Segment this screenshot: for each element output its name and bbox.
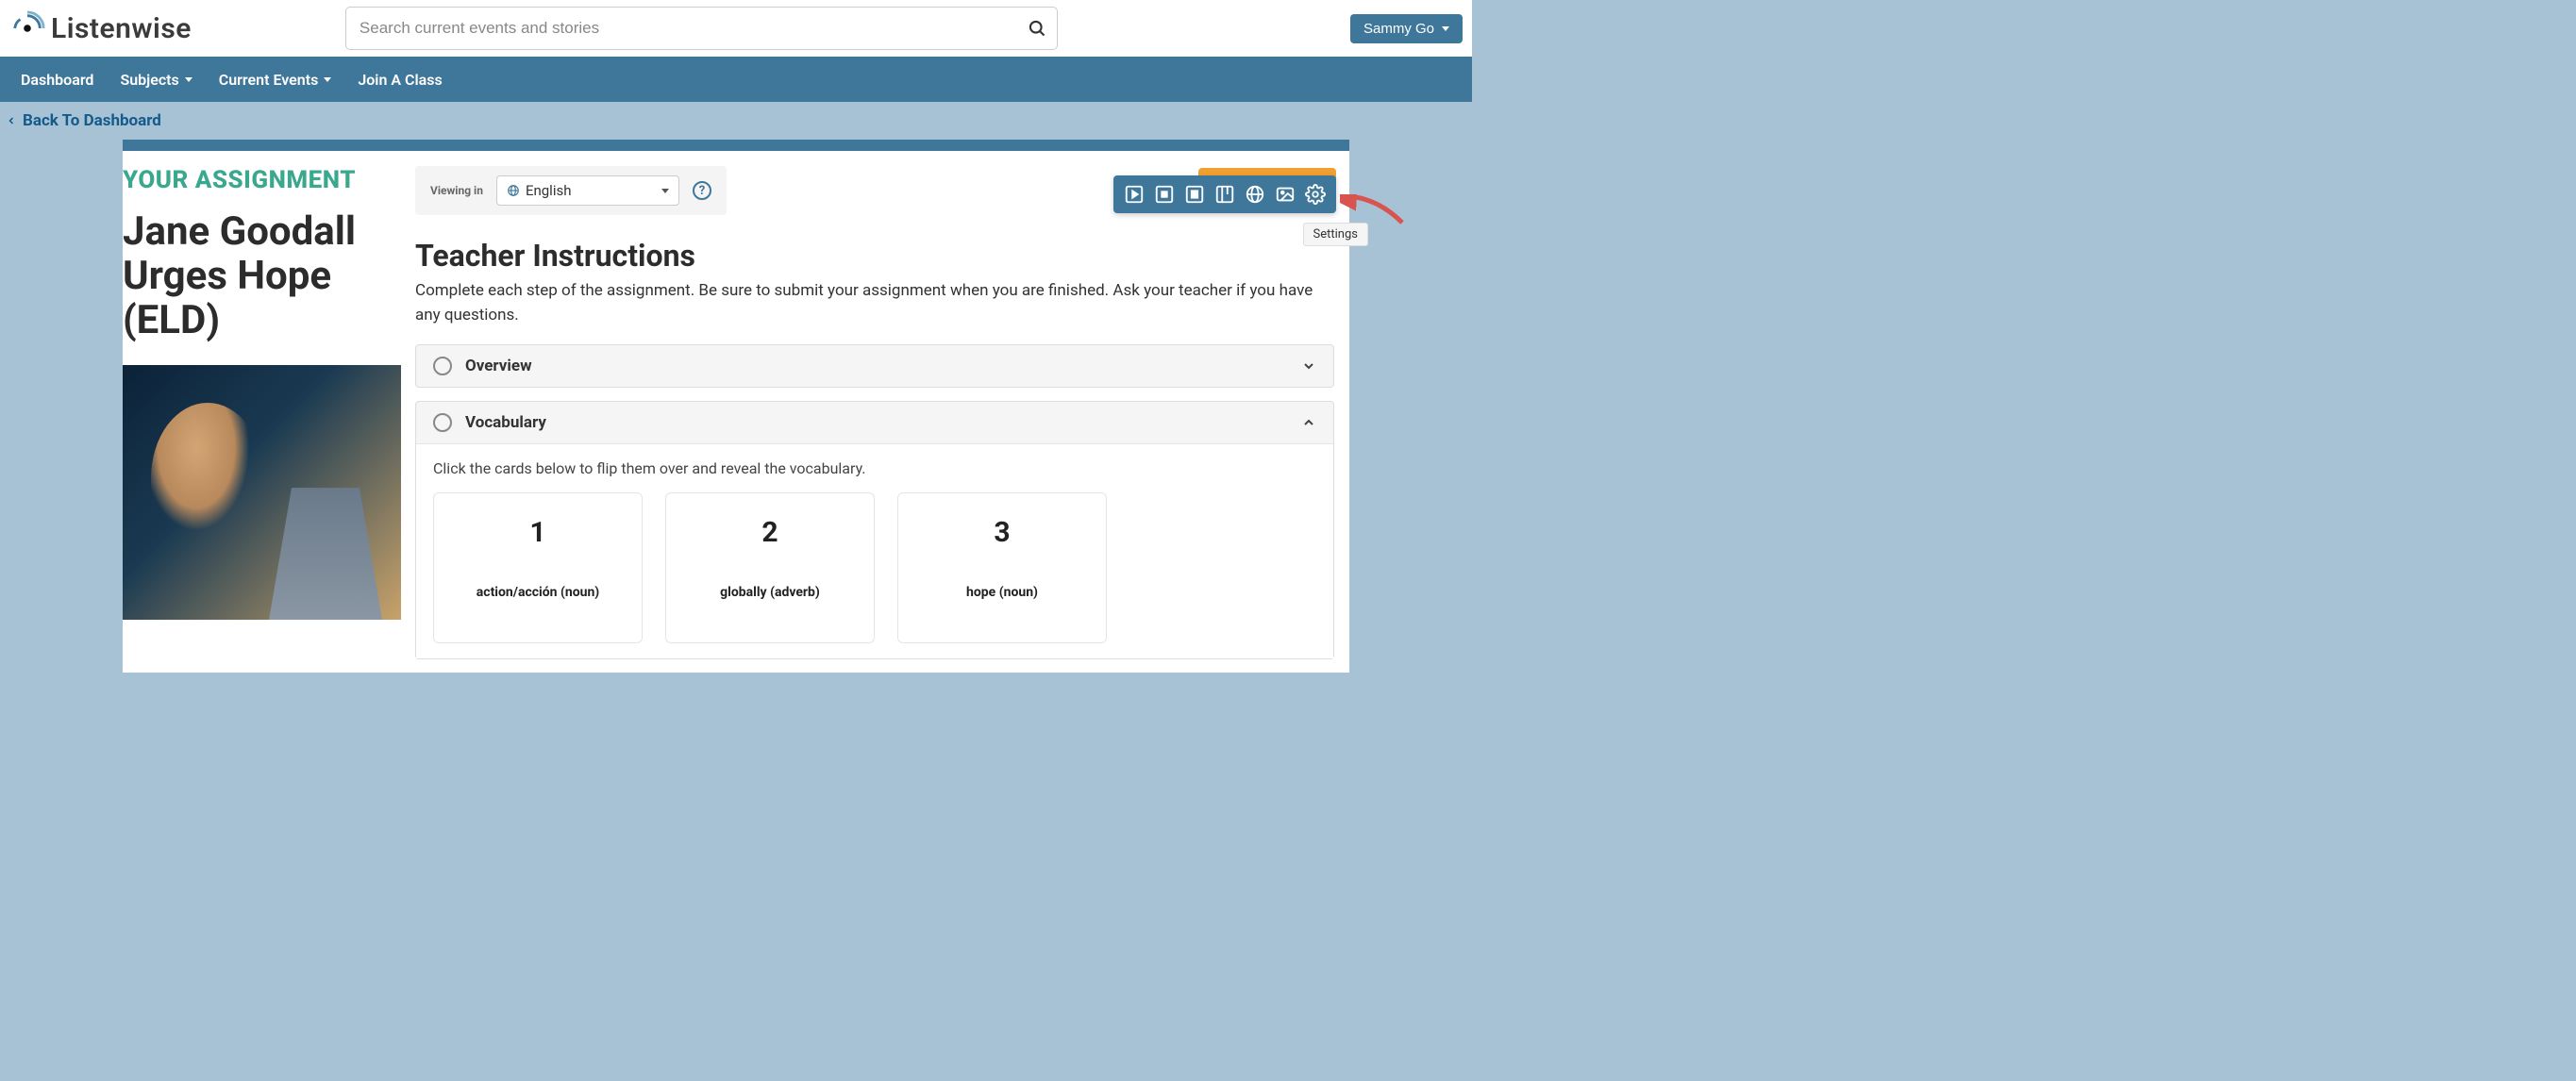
- section-vocabulary-title: Vocabulary: [465, 413, 546, 432]
- back-to-dashboard-link[interactable]: Back To Dashboard: [6, 111, 1466, 130]
- annotation-arrow-icon: [1340, 194, 1406, 232]
- vocab-card-term: action/acción (noun): [477, 585, 599, 600]
- caret-down-icon: [324, 77, 331, 82]
- reader-toolbar: [1113, 175, 1336, 213]
- section-overview-header[interactable]: Overview: [416, 345, 1333, 387]
- image-icon[interactable]: [1274, 183, 1296, 206]
- vocab-card[interactable]: 2 globally (adverb): [665, 492, 875, 643]
- globe-icon[interactable]: [1244, 183, 1266, 206]
- chevron-up-icon: [1301, 415, 1316, 430]
- brand-logo[interactable]: Listenwise: [9, 10, 192, 46]
- step-status-icon: [433, 413, 452, 432]
- instructions-title: Teacher Instructions: [415, 238, 1334, 274]
- language-label: Viewing in: [430, 184, 483, 197]
- section-vocabulary-header[interactable]: Vocabulary: [416, 402, 1333, 443]
- instructions-body: Complete each step of the assignment. Be…: [415, 279, 1334, 327]
- brand-name: Listenwise: [51, 12, 192, 45]
- columns-icon[interactable]: [1213, 183, 1236, 206]
- chevron-down-icon: [1301, 358, 1316, 374]
- vocab-card-number: 3: [994, 516, 1010, 549]
- assignment-label: YOUR ASSIGNMENT: [123, 166, 404, 194]
- help-icon[interactable]: ?: [693, 181, 711, 200]
- caret-down-icon: [185, 77, 192, 82]
- vocab-card[interactable]: 1 action/acción (noun): [433, 492, 643, 643]
- step-status-icon: [433, 357, 452, 375]
- settings-gear-icon[interactable]: [1304, 183, 1327, 206]
- vocabulary-hint: Click the cards below to flip them over …: [433, 459, 1316, 477]
- vocab-card-number: 1: [529, 516, 545, 549]
- play-icon[interactable]: [1123, 183, 1146, 206]
- chevron-left-icon: [6, 115, 17, 126]
- caret-down-icon: [1442, 26, 1449, 31]
- language-selected: English: [526, 182, 572, 199]
- chevron-down-icon: [661, 189, 669, 193]
- vocab-card-number: 2: [761, 516, 778, 549]
- section-overview-title: Overview: [465, 357, 532, 375]
- stop-icon[interactable]: [1153, 183, 1176, 206]
- assignment-title: Jane Goodall Urges Hope (ELD): [123, 209, 404, 342]
- nav-join-class[interactable]: Join A Class: [358, 71, 442, 89]
- pause-icon[interactable]: [1183, 183, 1206, 206]
- vocab-card-term: globally (adverb): [720, 585, 820, 600]
- search-icon[interactable]: [1028, 19, 1046, 38]
- nav-dashboard[interactable]: Dashboard: [21, 71, 93, 89]
- nav-current-events[interactable]: Current Events: [219, 71, 332, 89]
- user-menu-button[interactable]: Sammy Go: [1350, 14, 1463, 43]
- search-input[interactable]: [345, 7, 1058, 50]
- vocab-card[interactable]: 3 hope (noun): [897, 492, 1107, 643]
- listenwise-logo-icon: [9, 10, 45, 46]
- user-name: Sammy Go: [1363, 21, 1434, 37]
- language-select[interactable]: English: [496, 175, 679, 206]
- story-image: [123, 365, 401, 620]
- vocab-card-term: hope (noun): [966, 585, 1038, 600]
- globe-icon: [507, 184, 520, 197]
- nav-subjects[interactable]: Subjects: [120, 71, 192, 89]
